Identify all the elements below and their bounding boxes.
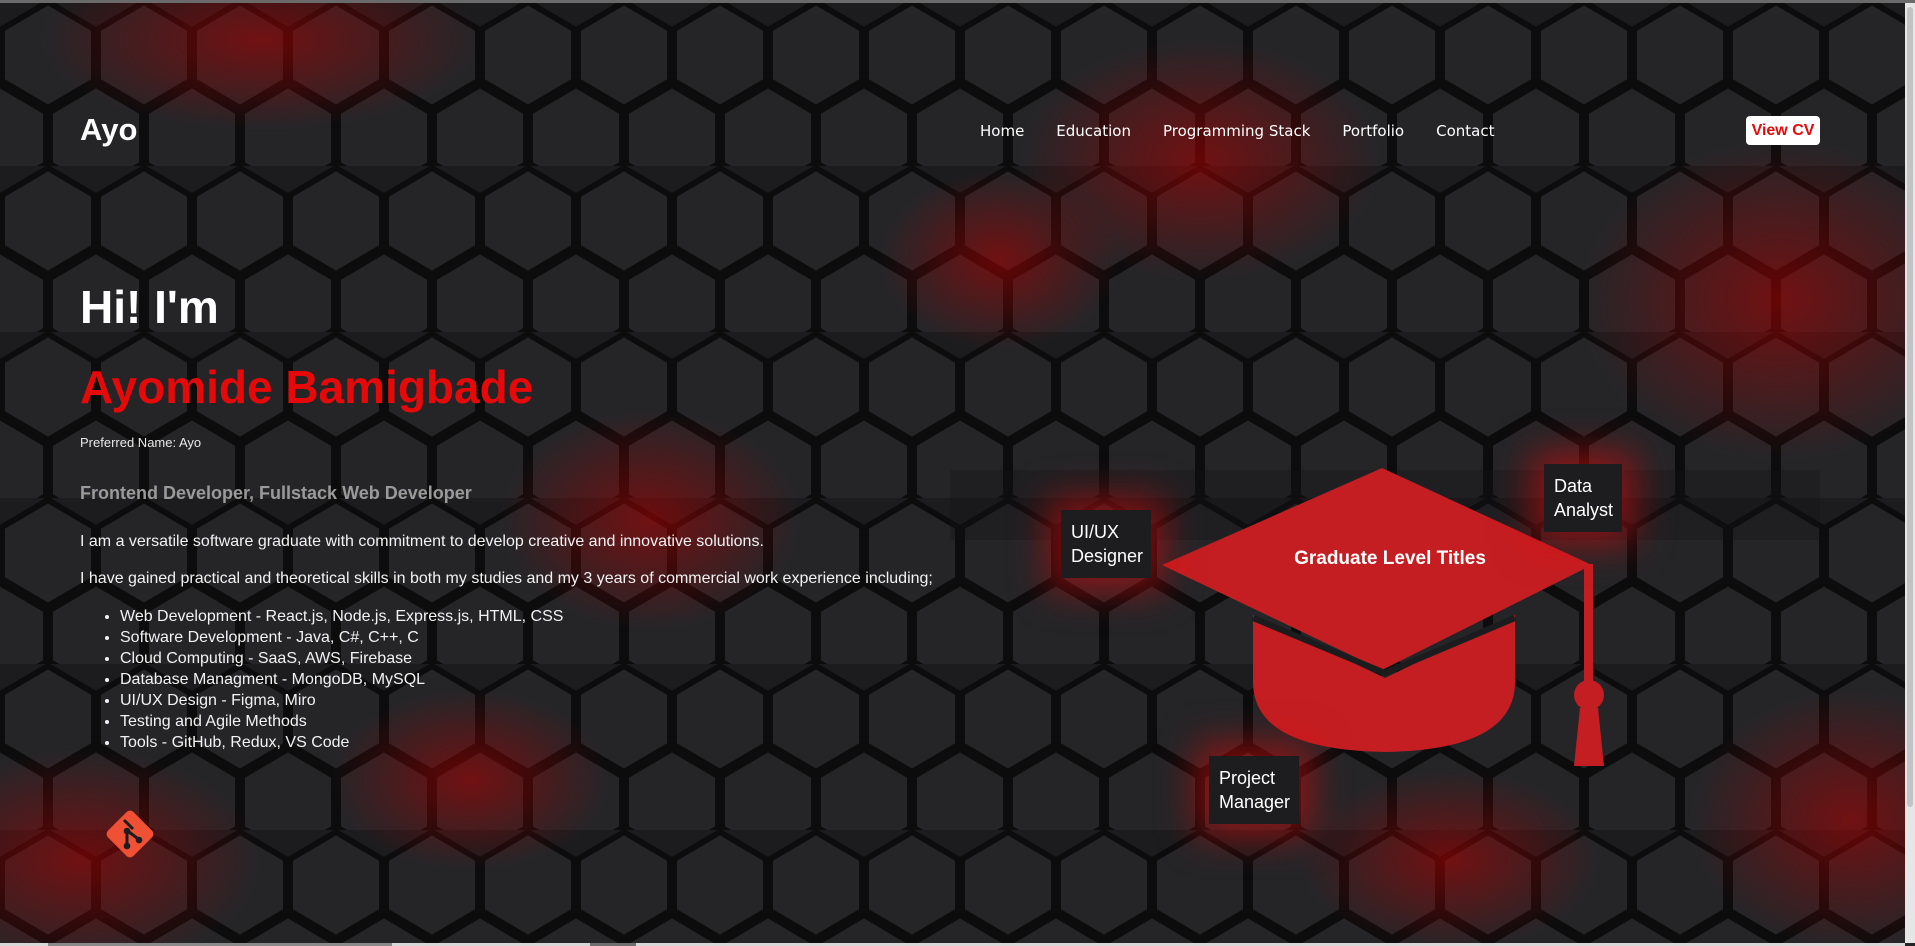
list-item: Testing and Agile Methods (120, 711, 563, 732)
vertical-scrollbar[interactable] (1905, 3, 1915, 943)
preferred-name: Preferred Name: Ayo (80, 435, 202, 450)
hero-name: Ayomide Bamigbade (80, 361, 534, 413)
title-box-ui-ux: UI/UX Designer (1061, 510, 1151, 578)
hero-roles: Frontend Developer, Fullstack Web Develo… (80, 483, 472, 503)
title-label: UI/UX Designer (1071, 522, 1144, 566)
vertical-scrollbar-thumb[interactable] (1907, 7, 1913, 807)
graduation-title: Graduate Level Titles (1294, 548, 1486, 569)
page: Ayo Home Education Programming Stack Por… (0, 0, 1915, 946)
intro-paragraph: I am a versatile software graduate with … (80, 533, 764, 550)
list-item: Software Development - Java, C#, C++, C (120, 627, 563, 648)
nav-programming-stack[interactable]: Programming Stack (1163, 122, 1310, 140)
experience-paragraph: I have gained practical and theoretical … (80, 570, 933, 587)
hero-greeting: Hi! I'm (80, 281, 219, 333)
nav-education[interactable]: Education (1056, 122, 1131, 140)
nav-portfolio[interactable]: Portfolio (1342, 122, 1404, 140)
nav-home[interactable]: Home (980, 122, 1024, 140)
view-cv-button[interactable]: View CV (1746, 116, 1820, 145)
nav-contact[interactable]: Contact (1436, 122, 1494, 140)
main-nav: Home Education Programming Stack Portfol… (980, 122, 1526, 140)
title-box-project-manager: Project Manager (1209, 756, 1299, 824)
list-item: Web Development - React.js, Node.js, Exp… (120, 606, 563, 627)
git-icon[interactable] (102, 806, 158, 862)
title-box-data-analyst: Data Analyst (1544, 464, 1622, 532)
list-item: UI/UX Design - Figma, Miro (120, 690, 563, 711)
site-logo[interactable]: Ayo (80, 112, 137, 148)
list-item: Tools - GitHub, Redux, VS Code (120, 732, 563, 753)
title-label: Data Analyst (1554, 476, 1614, 520)
title-label: Project Manager (1219, 768, 1291, 812)
list-item: Database Managment - MongoDB, MySQL (120, 669, 563, 690)
skills-list: Web Development - React.js, Node.js, Exp… (120, 606, 563, 753)
list-item: Cloud Computing - SaaS, AWS, Firebase (120, 648, 563, 669)
window-top-border (0, 0, 1915, 3)
